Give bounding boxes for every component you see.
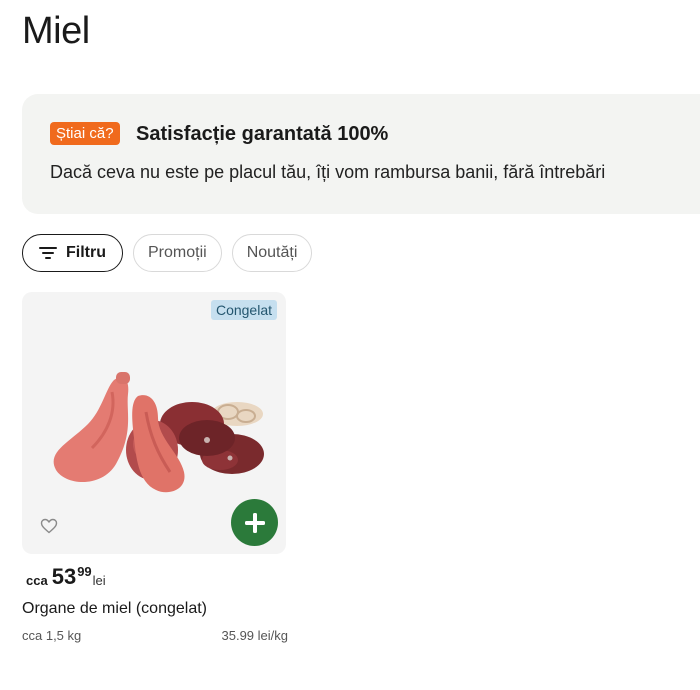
product-name[interactable]: Organe de miel (congelat) [22,600,207,618]
plus-icon [244,512,265,533]
unit-price: 35.99 lei/kg [221,628,289,643]
banner-title: Satisfacție garantată 100% [136,123,389,145]
promotions-chip[interactable]: Promoții [133,234,222,272]
price-currency: lei [92,573,106,588]
add-to-cart-button[interactable] [231,499,278,546]
frozen-tag: Congelat [210,300,277,320]
price: cca 53 99 lei [26,565,106,589]
product-card[interactable]: Congelat cca 53 99 lei Organe de miel (c… [22,292,288,643]
filter-icon [39,247,57,259]
price-decimals: 99 [77,564,92,579]
new-items-chip-label: Noutăți [246,244,298,261]
price-integer: 53 [51,564,77,589]
page-title: Miel [22,10,90,52]
promotions-chip-label: Promoții [148,244,207,261]
banner-badge: Știai că? [50,122,120,145]
info-banner: Știai că? Satisfacție garantată 100% Dac… [22,94,700,214]
product-image-area[interactable]: Congelat [22,292,286,554]
filter-button[interactable]: Filtru [22,234,123,272]
price-prefix: cca [26,573,48,588]
filter-button-label: Filtru [66,244,106,261]
new-items-chip[interactable]: Noutăți [231,234,313,272]
product-image [53,372,264,493]
banner-text: Dacă ceva nu este pe placul tău, îți vom… [50,162,606,182]
filter-bar: Filtru Promoții Noutăți [22,234,313,272]
product-quantity: cca 1,5 kg [22,628,82,643]
heart-icon[interactable] [40,518,58,534]
